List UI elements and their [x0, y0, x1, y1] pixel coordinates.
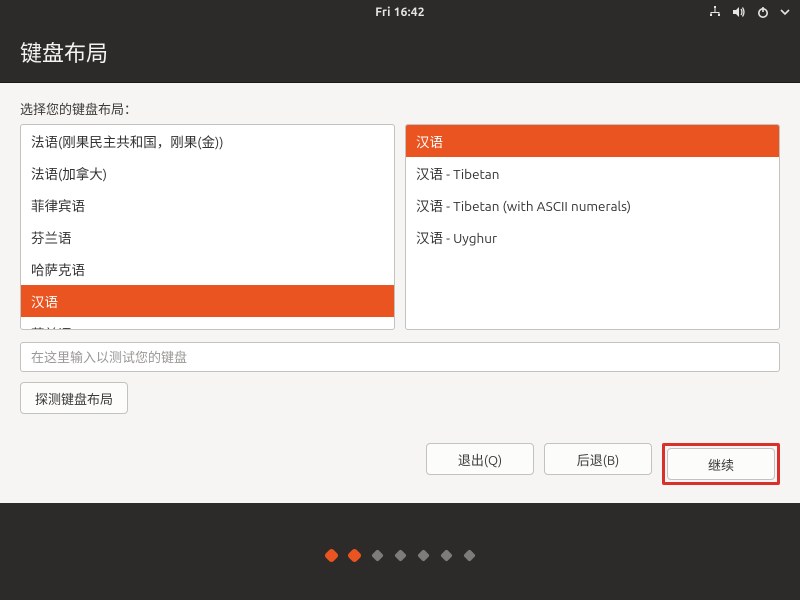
step-indicator: [0, 503, 800, 600]
power-icon[interactable]: [756, 5, 770, 19]
step-dot: [417, 549, 430, 562]
language-item[interactable]: 菲律宾语: [21, 189, 394, 221]
continue-highlight: 继续: [662, 443, 780, 485]
installer-surface: 选择您的键盘布局： 法语(刚果民主共和国，刚果(金))法语(加拿大)菲律宾语芬兰…: [0, 83, 800, 503]
prompt-label: 选择您的键盘布局：: [20, 99, 780, 118]
detect-row: 探测键盘布局: [20, 382, 780, 414]
variant-listbox[interactable]: 汉语汉语 - Tibetan汉语 - Tibetan (with ASCII n…: [405, 124, 780, 330]
language-item[interactable]: 汉语: [21, 285, 394, 317]
step-dot: [394, 549, 407, 562]
chevron-down-icon[interactable]: [780, 5, 790, 19]
clock: Fri 16:42: [375, 6, 424, 19]
step-dot: [325, 549, 338, 562]
variant-item[interactable]: 汉语 - Tibetan (with ASCII numerals): [406, 189, 779, 221]
network-icon[interactable]: [708, 5, 722, 19]
test-keyboard-row: [20, 342, 780, 372]
variant-item[interactable]: 汉语 - Tibetan: [406, 157, 779, 189]
language-item[interactable]: 芬兰语: [21, 221, 394, 253]
nav-buttons: 退出(Q) 后退(B) 继续: [426, 443, 780, 485]
back-button[interactable]: 后退(B): [544, 443, 652, 475]
quit-button[interactable]: 退出(Q): [426, 443, 534, 475]
volume-icon[interactable]: [732, 5, 746, 19]
step-dot: [463, 549, 476, 562]
keyboard-layout-lists: 法语(刚果民主共和国，刚果(金))法语(加拿大)菲律宾语芬兰语哈萨克语汉语荷兰语…: [20, 124, 780, 330]
page-title: 键盘布局: [20, 41, 108, 66]
installer-header: 键盘布局: [0, 24, 800, 83]
variant-item[interactable]: 汉语: [406, 125, 779, 157]
step-dot: [348, 549, 361, 562]
language-item[interactable]: 哈萨克语: [21, 253, 394, 285]
step-dot: [371, 549, 384, 562]
continue-button[interactable]: 继续: [667, 448, 775, 480]
top-menubar: Fri 16:42: [0, 0, 800, 24]
detect-layout-button[interactable]: 探测键盘布局: [20, 382, 128, 414]
language-item[interactable]: 法语(刚果民主共和国，刚果(金)): [21, 125, 394, 157]
language-item[interactable]: 荷兰语: [21, 317, 394, 330]
system-tray: [708, 5, 790, 19]
language-item[interactable]: 法语(加拿大): [21, 157, 394, 189]
step-dot: [440, 549, 453, 562]
variant-item[interactable]: 汉语 - Uyghur: [406, 221, 779, 253]
language-listbox[interactable]: 法语(刚果民主共和国，刚果(金))法语(加拿大)菲律宾语芬兰语哈萨克语汉语荷兰语: [20, 124, 395, 330]
test-keyboard-input[interactable]: [20, 342, 780, 372]
